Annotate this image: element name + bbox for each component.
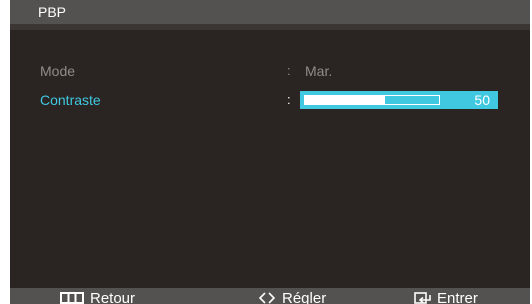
title-bar: PBP [10,0,530,24]
enter-label: Entrer [437,290,478,304]
osd-menu: PBP Mode : Mar. Contraste : 50 Retour Ré… [10,0,530,304]
menu-item-contrast[interactable]: Contraste : 50 [10,90,530,110]
menu-item-mode[interactable]: Mode : Mar. [10,61,530,81]
mode-label: Mode [40,63,76,79]
contrast-slider-remaining [384,95,440,105]
contrast-slider-track [304,95,440,105]
contrast-value: 50 [474,92,490,108]
adjust-label: Régler [282,290,327,304]
button-guide-bar: Retour Régler Entrer [10,288,530,304]
enter-icon [414,292,431,304]
contrast-label: Contraste [40,92,101,108]
mode-value: Mar. [305,63,333,79]
menu-title: PBP [38,4,67,20]
contrast-slider-fill [304,95,384,105]
contrast-slider[interactable]: 50 [300,91,498,109]
mode-separator: : [287,63,291,78]
menu-icon [60,292,84,304]
diamond-arrows-icon [258,292,276,304]
contrast-separator: : [287,92,291,107]
title-divider [10,24,530,30]
back-label: Retour [90,290,136,304]
